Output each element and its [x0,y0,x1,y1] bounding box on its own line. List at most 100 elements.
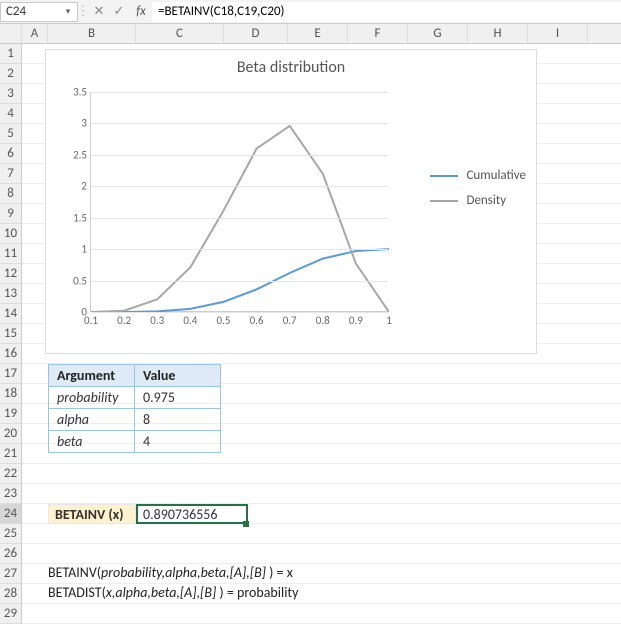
row-header[interactable]: 14 [0,304,21,324]
divider: ⋮ [78,2,88,22]
row-header[interactable]: 12 [0,264,21,284]
col-header[interactable]: B [48,24,136,43]
th-argument: Argument [49,365,135,387]
col-header[interactable]: F [348,24,408,43]
legend-swatch [430,175,458,177]
gridline [91,123,388,124]
fn-tail: ) = probability [216,584,298,601]
column-headers: A B C D E F G H I [0,24,621,44]
x-tick-label: 0.8 [316,314,330,327]
confirm-icon[interactable]: ✓ [112,4,126,19]
table-header-row: Argument Value [49,365,221,387]
row-header[interactable]: 11 [0,244,21,264]
row-header[interactable]: 25 [0,524,21,544]
row-header[interactable]: 13 [0,284,21,304]
row-header[interactable]: 26 [0,544,21,564]
table-row[interactable]: alpha 8 [49,409,221,431]
fill-handle[interactable] [243,521,249,527]
legend-label: Density [466,193,506,208]
legend: Cumulative Density [430,158,526,218]
name-box-dropdown-icon[interactable]: ▾ [61,5,75,19]
cells-area[interactable]: Beta distribution 00.511.522.533.50.10.2… [22,44,621,624]
row-header[interactable]: 28 [0,584,21,604]
col-header[interactable]: G [408,24,468,43]
gridline [91,92,388,93]
legend-item: Cumulative [430,168,526,183]
series-line [91,126,389,312]
name-box[interactable]: C24 ▾ [0,2,78,22]
row-header[interactable]: 15 [0,324,21,344]
row-header[interactable]: 27 [0,564,21,584]
arg-value: 0.975 [135,387,221,409]
y-tick-label: 0.5 [67,274,87,287]
formula-bar: C24 ▾ ⋮ ✕ ✓ fx [0,0,621,24]
row-header[interactable]: 16 [0,344,21,364]
legend-item: Density [430,193,526,208]
table-row[interactable]: probability 0.975 [49,387,221,409]
row-header[interactable]: 29 [0,604,21,624]
legend-swatch [430,200,458,202]
col-header[interactable]: C [136,24,224,43]
row-header[interactable]: 17 [0,364,21,384]
col-header[interactable]: I [528,24,588,43]
chart-body: 00.511.522.533.50.10.20.30.40.50.60.70.8… [64,86,394,331]
x-tick-label: 0.2 [117,314,131,327]
row-header[interactable]: 21 [0,444,21,464]
col-header[interactable]: D [224,24,288,43]
plot-svg [91,92,389,312]
row-header[interactable]: 22 [0,464,21,484]
row-header[interactable]: 8 [0,184,21,204]
arg-name: beta [49,431,135,453]
row-header[interactable]: 2 [0,64,21,84]
y-tick-label: 3.5 [67,86,87,99]
col-header[interactable]: E [288,24,348,43]
x-tick-label: 0.9 [349,314,363,327]
fn-name: BETADIST( [48,584,106,601]
gridline [91,249,388,250]
fx-icon[interactable]: fx [134,4,148,19]
y-tick-label: 3 [67,117,87,130]
row-header[interactable]: 18 [0,384,21,404]
row-header[interactable]: 23 [0,484,21,504]
col-header[interactable]: H [468,24,528,43]
row-header[interactable]: 24 [0,504,21,524]
y-tick-label: 2.5 [67,148,87,161]
args-table: Argument Value probability 0.975 alpha 8… [48,364,221,453]
active-cell[interactable]: 0.890736556 [136,504,248,524]
row-header[interactable]: 5 [0,124,21,144]
fn-args: x,alpha,beta,[A],[B] [106,584,216,601]
x-tick-label: 0.5 [216,314,230,327]
row-header[interactable]: 20 [0,424,21,444]
table-row[interactable]: beta 4 [49,431,221,453]
fn-tail: ) = x [266,564,293,581]
fn-name: BETAINV( [48,564,101,581]
row-header[interactable]: 1 [0,44,21,64]
x-tick-label: 0.1 [84,314,98,327]
cancel-icon[interactable]: ✕ [92,4,106,19]
legend-label: Cumulative [466,168,526,183]
chart[interactable]: Beta distribution 00.511.522.533.50.10.2… [45,49,537,354]
gridline [91,312,388,313]
x-tick-label: 0.4 [183,314,197,327]
formula-input[interactable] [152,2,621,22]
chart-title: Beta distribution [46,50,536,79]
col-header[interactable]: A [22,24,48,43]
th-value: Value [135,365,221,387]
row-header[interactable]: 7 [0,164,21,184]
row-header[interactable]: 10 [0,224,21,244]
grid: 1234567891011121314151617181920212223242… [0,44,621,624]
row-header[interactable]: 19 [0,404,21,424]
x-tick-label: 0.7 [283,314,297,327]
y-tick-label: 1.5 [67,211,87,224]
select-all-corner[interactable] [0,24,22,43]
row-header[interactable]: 9 [0,204,21,224]
signature-betadist: BETADIST(x,alpha,beta,[A],[B] ) = probab… [48,584,298,601]
row-header[interactable]: 6 [0,144,21,164]
y-tick-label: 1 [67,243,87,256]
arg-name: alpha [49,409,135,431]
formula-bar-buttons: ✕ ✓ fx [88,4,152,19]
row-header[interactable]: 4 [0,104,21,124]
row-header[interactable]: 3 [0,84,21,104]
result-label: BETAINV (x) [48,504,136,524]
gridline [91,218,388,219]
